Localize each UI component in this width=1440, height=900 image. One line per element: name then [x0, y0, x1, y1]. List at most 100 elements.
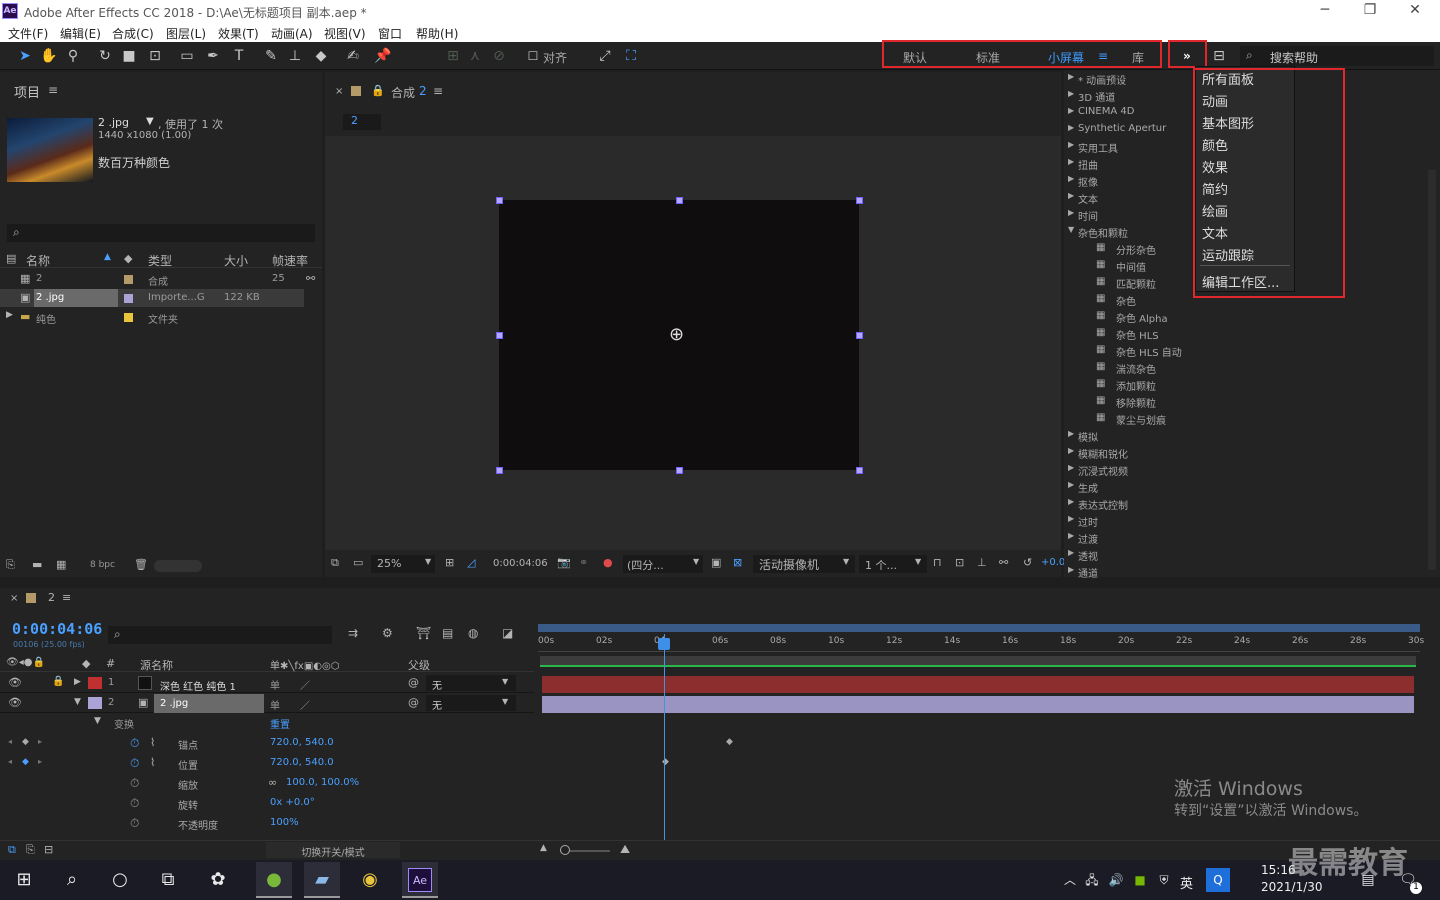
menu-composition[interactable]: 合成(C) [112, 25, 154, 42]
constrain-proportions-icon[interactable]: ∞ [268, 776, 277, 789]
column-type[interactable]: 类型 [148, 252, 172, 269]
timeline-search-input[interactable]: ⌕ [108, 626, 332, 644]
layer-1-bar[interactable] [542, 676, 1414, 693]
next-keyframe-icon[interactable]: ▸ [38, 737, 42, 746]
effects-category[interactable]: 扭曲 [1078, 157, 1098, 172]
eraser-tool-icon[interactable]: ◆ [312, 47, 330, 65]
zoom-in-icon[interactable]: ⛰ [620, 842, 630, 857]
motion-blur-icon[interactable]: ◍ [468, 626, 478, 640]
snap-option-icon[interactable]: ⤢ [596, 47, 614, 65]
transform-handle[interactable] [856, 467, 863, 474]
camera-tool-icon[interactable]: ■ [120, 47, 138, 65]
effects-category-arrow-icon[interactable]: ▼ [1068, 225, 1074, 234]
panel-menu-icon[interactable]: ≡ [48, 83, 58, 97]
effects-category-arrow-icon[interactable]: ▶ [1068, 174, 1074, 183]
comp-tab-number[interactable]: 2 [419, 84, 427, 98]
effects-category-arrow-icon[interactable]: ▶ [1068, 497, 1074, 506]
stopwatch-icon[interactable]: ⏱ [130, 796, 139, 811]
search-icon[interactable]: ⌕ [60, 868, 84, 892]
transparency-grid-icon[interactable]: ⊠ [733, 556, 742, 569]
transform-reset-link[interactable]: 重置 [270, 716, 290, 731]
type-tool-icon[interactable]: T [230, 47, 248, 65]
source-name-header[interactable]: 源名称 [140, 657, 173, 673]
project-row[interactable]: ▦ 2 合成 25 ⚯ [0, 270, 315, 288]
hand-tool-icon[interactable]: ✋ [40, 47, 58, 65]
sort-ascending-icon[interactable]: ▲ [104, 252, 111, 262]
after-effects-icon[interactable]: Ae [408, 868, 432, 892]
effects-category-arrow-icon[interactable]: ▶ [1068, 463, 1074, 472]
panel-menu-icon[interactable]: ≡ [433, 84, 443, 98]
keyframe-icon[interactable]: ◆ [726, 737, 733, 747]
chrome-icon[interactable]: ◉ [358, 868, 382, 892]
effects-category[interactable]: CINEMA 4D [1078, 106, 1134, 117]
draft-3d-icon[interactable]: ⚙ [382, 626, 393, 640]
menu-window[interactable]: 窗口 [378, 25, 402, 42]
effect-item[interactable]: 杂色 [1116, 293, 1136, 308]
comp-breadcrumb[interactable]: 2 [343, 114, 381, 130]
effect-item[interactable]: 湍流杂色 [1116, 361, 1156, 376]
effects-category-arrow-icon[interactable]: ▶ [1068, 191, 1074, 200]
layer-switches-icon[interactable]: ⧉ [8, 843, 16, 857]
flowchart-icon[interactable]: ⚯ [306, 272, 315, 285]
menu-edit[interactable]: 编辑(E) [60, 25, 101, 42]
effect-item[interactable]: 蒙尘与划痕 [1116, 412, 1166, 427]
layer-label-color[interactable] [88, 677, 102, 689]
shy-switch-icon[interactable]: 单 [270, 697, 280, 712]
pickwhip-icon[interactable]: @ [408, 676, 419, 689]
comp-tab-title[interactable]: 合成 [391, 84, 415, 101]
puppet-tool-icon[interactable]: 📌 [374, 47, 392, 65]
shy-switch-icon[interactable]: 单 [270, 677, 280, 692]
notes-icon[interactable]: ▤ [1356, 868, 1380, 892]
expand-arrow-icon[interactable]: ▶ [74, 677, 81, 687]
expand-arrow-icon[interactable]: ▶ [6, 310, 13, 320]
zoom-out-icon[interactable]: ▲ [540, 843, 547, 853]
layer-2-bar[interactable] [542, 696, 1414, 713]
flowchart-icon[interactable]: ⚯ [999, 556, 1008, 569]
pan-behind-tool-icon[interactable]: ⊡ [146, 47, 164, 65]
transform-handle[interactable] [496, 332, 503, 339]
property-value[interactable]: 720.0, 540.0 [270, 737, 334, 748]
stopwatch-icon[interactable]: ⏱ [130, 756, 139, 771]
transform-handle[interactable] [856, 197, 863, 204]
close-tab-icon[interactable]: × [335, 86, 343, 97]
show-snapshot-icon[interactable]: ⚭ [579, 556, 588, 569]
quality-switch-icon[interactable]: ／ [300, 697, 310, 712]
menu-view[interactable]: 视图(V) [324, 25, 366, 42]
effects-category-arrow-icon[interactable]: ▶ [1068, 123, 1074, 132]
effects-category[interactable]: 生成 [1078, 480, 1098, 495]
snap-checkbox[interactable]: ☐ [524, 47, 542, 65]
comp-mini-flowchart-icon[interactable]: ⇉ [348, 626, 358, 640]
parent-header[interactable]: 父级 [408, 657, 430, 673]
rectangle-tool-icon[interactable]: ▭ [178, 47, 196, 65]
comp-viewer[interactable]: ⊕ [325, 136, 1061, 550]
trash-icon[interactable]: 🗑 [134, 558, 148, 571]
clock-date[interactable]: 2021/1/30 [1261, 880, 1323, 894]
layer-label-color[interactable] [88, 697, 102, 709]
transform-group[interactable]: 变换 [114, 716, 134, 731]
volume-icon[interactable]: 🔊 [1104, 868, 1128, 892]
menu-layer[interactable]: 图层(L) [166, 25, 206, 42]
visibility-eye-icon[interactable]: 👁 [8, 676, 22, 689]
toggle-switches-modes[interactable]: 切换开关/模式 [266, 842, 400, 859]
notebook-app-icon[interactable]: ▰ [310, 868, 334, 892]
menu-file[interactable]: 文件(F) [8, 25, 48, 42]
effect-item[interactable]: 杂色 HLS [1116, 327, 1159, 342]
transform-handle[interactable] [496, 467, 503, 474]
effect-item[interactable]: 分形杂色 [1116, 242, 1156, 257]
graph-editor-icon[interactable]: ◪ [502, 626, 513, 640]
effects-category-arrow-icon[interactable]: ▶ [1068, 106, 1074, 115]
effects-category[interactable]: 时间 [1078, 208, 1098, 223]
effects-category-arrow-icon[interactable]: ▶ [1068, 548, 1074, 557]
column-size[interactable]: 大小 [224, 252, 248, 269]
effects-category-arrow-icon[interactable]: ▶ [1068, 208, 1074, 217]
input-language[interactable]: 英 [1180, 873, 1193, 892]
stopwatch-icon[interactable]: ⏱ [130, 736, 139, 751]
effects-category-arrow-icon[interactable]: ▶ [1068, 140, 1074, 149]
task-view-icon[interactable]: ⧉ [156, 868, 180, 892]
stopwatch-icon[interactable]: ⏱ [130, 776, 139, 791]
anchor-point-icon[interactable]: ⊕ [669, 324, 684, 345]
column-name[interactable]: 名称 [26, 252, 50, 269]
windows-start-icon[interactable]: ⊞ [12, 868, 36, 892]
property-value[interactable]: 100.0, 100.0% [286, 777, 359, 788]
next-keyframe-icon[interactable]: ▸ [38, 757, 42, 766]
